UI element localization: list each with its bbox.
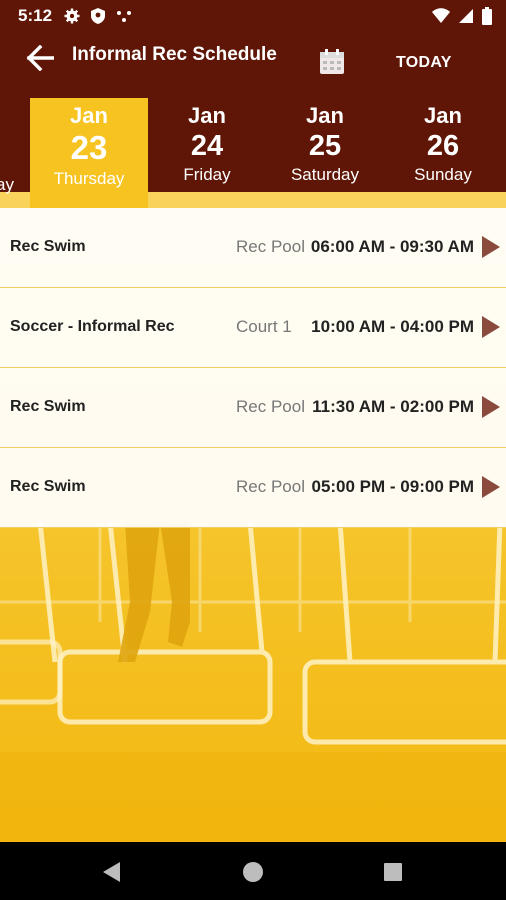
battery-icon xyxy=(482,7,492,25)
day-number: 24 xyxy=(190,130,224,162)
settings-icon xyxy=(64,8,80,24)
activity-location: Court 1 xyxy=(236,317,292,336)
recents-square-icon[interactable] xyxy=(381,860,405,884)
status-bar: 5:12 xyxy=(0,0,506,32)
activity-location: Rec Pool xyxy=(236,477,305,496)
network-dots-icon xyxy=(117,11,131,22)
activity-time: 10:00 AM - 04:00 PM xyxy=(311,317,474,336)
schedule-row[interactable]: Rec Swim Rec Pool 06:00 AM - 09:30 AM xyxy=(0,208,506,288)
day-month: Jan xyxy=(306,103,344,128)
shield-icon xyxy=(91,8,105,24)
back-triangle-icon[interactable] xyxy=(100,860,124,884)
status-time: 5:12 xyxy=(18,6,53,25)
activity-name: Rec Swim xyxy=(10,238,86,255)
day-number: 23 xyxy=(70,129,108,166)
wifi-icon xyxy=(432,8,450,23)
today-button[interactable]: TODAY xyxy=(396,54,452,72)
activity-time: 11:30 AM - 02:00 PM xyxy=(312,397,474,416)
chevron-right-icon xyxy=(482,396,500,418)
home-circle-icon[interactable] xyxy=(241,860,265,884)
page-title: Informal Rec Schedule xyxy=(72,44,277,65)
arrow-left-icon xyxy=(26,45,54,71)
chevron-right-icon xyxy=(482,316,500,338)
activity-name: Rec Swim xyxy=(10,478,86,495)
day-tab[interactable]: Jan 25 Saturday xyxy=(266,98,384,192)
day-weekday: Sunday xyxy=(414,165,472,184)
day-month: Jan xyxy=(70,103,108,128)
activity-name: Soccer - Informal Rec xyxy=(10,318,175,335)
schedule-list: Rec Swim Rec Pool 06:00 AM - 09:30 AM So… xyxy=(0,208,506,528)
day-weekday: Friday xyxy=(183,165,231,184)
signal-icon xyxy=(459,9,473,23)
activity-name: Rec Swim xyxy=(10,398,86,415)
calendar-icon xyxy=(320,49,344,74)
status-icons-right xyxy=(432,7,492,25)
activity-time: 06:00 AM - 09:30 AM xyxy=(310,237,474,256)
day-tab-selected[interactable]: Jan 23 Thursday xyxy=(30,98,148,208)
system-nav-bar xyxy=(0,842,506,900)
activity-time: 05:00 PM - 09:00 PM xyxy=(311,477,474,496)
app-bar: Informal Rec Schedule TODAY xyxy=(0,32,506,96)
calendar-button[interactable] xyxy=(318,48,352,82)
day-selector: ay Jan 23 Thursday Jan 24 Friday Jan 25 … xyxy=(0,98,506,208)
status-icons-left xyxy=(64,7,132,25)
day-number: 26 xyxy=(426,130,460,162)
chevron-right-icon xyxy=(482,236,500,258)
day-tab[interactable]: Jan 24 Friday xyxy=(148,98,266,192)
chevron-right-icon xyxy=(482,476,500,498)
day-weekday: Thursday xyxy=(53,169,125,188)
day-month: Jan xyxy=(424,103,462,128)
day-month: Jan xyxy=(188,103,226,128)
day-weekday: Saturday xyxy=(290,165,360,184)
app-header: 5:12 Informal Rec Schedule TODAY ay Jan … xyxy=(0,0,506,208)
schedule-row[interactable]: Rec Swim Rec Pool 11:30 AM - 02:00 PM xyxy=(0,368,506,448)
activity-location: Rec Pool xyxy=(236,397,305,416)
day-number: 25 xyxy=(308,130,342,162)
schedule-row[interactable]: Rec Swim Rec Pool 05:00 PM - 09:00 PM xyxy=(0,448,506,528)
day-tab[interactable]: Jan 26 Sunday xyxy=(384,98,502,192)
activity-location: Rec Pool xyxy=(236,237,305,256)
schedule-row[interactable]: Soccer - Informal Rec Court 1 10:00 AM -… xyxy=(0,288,506,368)
app-screen: 5:12 Informal Rec Schedule TODAY ay Jan … xyxy=(0,0,506,842)
back-button[interactable] xyxy=(22,40,58,76)
